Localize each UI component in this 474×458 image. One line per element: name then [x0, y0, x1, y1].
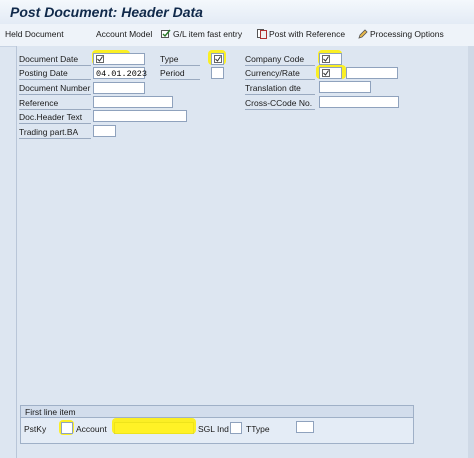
- trading-part-ba-input[interactable]: [93, 125, 116, 137]
- period-label: Period: [160, 67, 200, 80]
- screen-title: Post Document: Header Data: [10, 4, 203, 20]
- required-check-icon: [322, 69, 330, 77]
- cross-ccode-no-input[interactable]: [319, 96, 399, 108]
- required-check-icon: [214, 55, 222, 63]
- pstky-input[interactable]: [61, 422, 73, 434]
- doc-header-text-input[interactable]: [93, 110, 187, 122]
- posting-date-label: Posting Date: [19, 67, 91, 80]
- translation-date-label: Translation dte: [245, 82, 315, 95]
- sgl-ind-label: SGL Ind: [198, 424, 229, 434]
- company-code-input[interactable]: [319, 53, 342, 65]
- type-label: Type: [160, 53, 200, 66]
- gl-fast-entry-icon: [161, 29, 171, 38]
- processing-options-button[interactable]: Processing Options: [358, 29, 444, 41]
- first-line-item-title: First line item: [21, 406, 413, 418]
- post-with-reference-button[interactable]: Post with Reference: [257, 29, 345, 41]
- highlight-account: [112, 418, 196, 434]
- doc-header-text-label: Doc.Header Text: [19, 111, 91, 124]
- currency-rate-label: Currency/Rate: [245, 67, 315, 80]
- pencil-icon: [358, 29, 368, 39]
- required-check-icon: [96, 55, 104, 63]
- trading-part-ba-label: Trading part.BA: [19, 126, 91, 139]
- ttype-label: TType: [246, 424, 270, 434]
- required-check-icon: [322, 55, 330, 63]
- sgl-ind-input[interactable]: [230, 422, 242, 434]
- currency-input[interactable]: [319, 67, 342, 79]
- document-number-input[interactable]: [93, 82, 145, 94]
- processing-options-label: Processing Options: [370, 29, 444, 39]
- account-label: Account: [76, 424, 107, 434]
- gl-item-fast-entry-label: G/L item fast entry: [173, 29, 243, 39]
- pstky-label: PstKy: [24, 424, 47, 434]
- company-code-label: Company Code: [245, 53, 315, 66]
- posting-date-input[interactable]: 04.01.2023: [93, 67, 147, 79]
- document-number-label: Document Number: [19, 83, 91, 95]
- document-date-input[interactable]: [93, 53, 145, 65]
- account-model-button[interactable]: Account Model: [96, 29, 152, 41]
- title-bar: Post Document: Header Data: [0, 0, 474, 25]
- ttype-input[interactable]: [296, 421, 314, 433]
- post-with-reference-label: Post with Reference: [269, 29, 346, 39]
- reference-input[interactable]: [93, 96, 173, 108]
- document-date-label: Document Date: [19, 53, 91, 66]
- reference-label: Reference: [19, 97, 91, 110]
- vertical-scrollbar[interactable]: [468, 46, 474, 458]
- translation-date-input[interactable]: [319, 81, 371, 93]
- type-input[interactable]: [211, 53, 224, 65]
- gl-item-fast-entry-button[interactable]: G/L item fast entry: [161, 29, 242, 41]
- post-reference-icon: [257, 29, 267, 39]
- application-toolbar: Held Document Account Model G/L item fas…: [0, 24, 474, 47]
- period-input[interactable]: [211, 67, 224, 79]
- exchange-rate-input[interactable]: [346, 67, 398, 79]
- cross-ccode-no-label: Cross-CCode No.: [245, 97, 315, 110]
- held-document-button[interactable]: Held Document: [5, 29, 64, 41]
